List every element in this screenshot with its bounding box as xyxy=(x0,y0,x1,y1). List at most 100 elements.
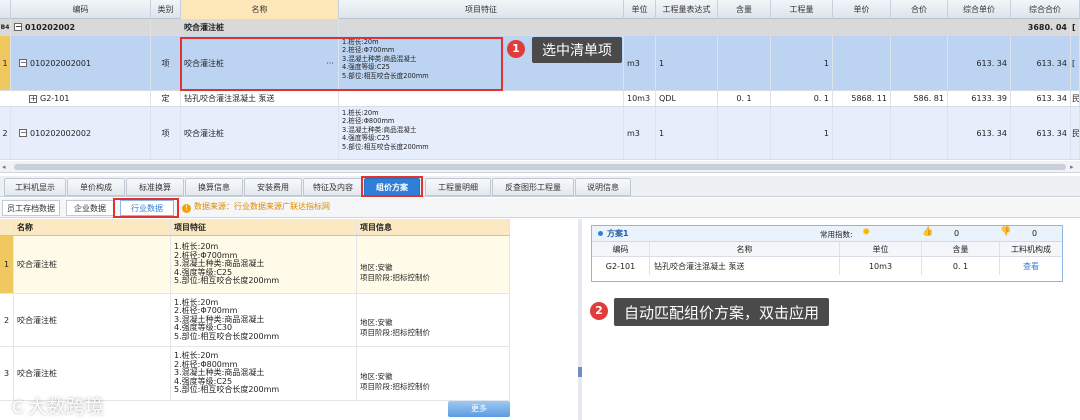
row-tail: [ xyxy=(1071,36,1080,90)
scheme-title: 方案1 xyxy=(607,229,629,238)
pricing-scheme-card[interactable]: 方案1 常用指数: ✹ 👍 0 👎 0 编码 名称 单位 含量 工料机构成 G2… xyxy=(591,225,1063,282)
group-row-tail: [ xyxy=(1071,19,1080,35)
row-features: 1.桩长:20m 2.桩径:Φ800mm 3.混凝土种类:商品混凝土 4.强度等… xyxy=(171,347,357,400)
collapse-icon[interactable]: − xyxy=(14,23,22,31)
col-project-info[interactable]: 项目信息 xyxy=(357,219,510,235)
col-qty[interactable]: 工程量 xyxy=(771,0,833,19)
row-price xyxy=(833,36,891,90)
quota-price: 5868. 11 xyxy=(833,91,891,106)
row-index: 2 xyxy=(0,294,14,346)
group-row-index: B4 xyxy=(0,19,11,35)
quota-code-cell: + G2-101 xyxy=(11,91,151,106)
row-code: 010202002001 xyxy=(30,58,92,68)
row-unit: m3 xyxy=(624,107,656,159)
row-features: 1.桩长:20m 2.桩径:Φ700mm 3.混凝土种类:商品混凝土 4.强度等… xyxy=(171,236,357,293)
row-unit-total: 613. 34 xyxy=(948,36,1011,90)
splitter-grip[interactable] xyxy=(578,367,582,377)
tab-standard-conversion[interactable]: 标准换算 xyxy=(126,178,184,196)
col-total[interactable]: 综合合价 xyxy=(1011,0,1080,19)
industry-row-selected[interactable]: 1 咬合灌注桩 1.桩长:20m 2.桩径:Φ700mm 3.混凝土种类:商品混… xyxy=(0,236,510,294)
row-amount xyxy=(891,36,948,90)
col-features[interactable]: 项目特征 xyxy=(171,219,357,235)
col-type[interactable]: 类别 xyxy=(151,0,181,19)
group-row[interactable]: B4 −010202002 咬合灌注桩 3680. 04 [ xyxy=(0,19,1080,36)
col-price[interactable]: 单价 xyxy=(833,0,891,19)
collapse-icon[interactable]: − xyxy=(19,129,27,137)
data-source-bar: 员工存档数据 企业数据 行业数据 xyxy=(0,198,1080,218)
header-corner xyxy=(0,219,14,235)
detail-tabbar: 工料机显示 单价构成 标准换算 换算信息 安装费用 特征及内容 组价方案 工程量… xyxy=(0,176,1080,197)
subtab-employee-archive[interactable]: 员工存档数据 xyxy=(2,200,60,216)
bill-row[interactable]: 2 −010202002002 项 咬合灌注桩 1.桩长:20m 2.桩径:Φ8… xyxy=(0,107,1080,160)
tab-quantity-detail[interactable]: 工程量明细 xyxy=(425,178,491,196)
thumbs-up-icon[interactable]: 👍 xyxy=(922,227,933,237)
col-expr[interactable]: 工程量表达式 xyxy=(656,0,718,19)
collapse-icon[interactable]: − xyxy=(19,59,27,67)
watermark: Ͼ 大数跨境 xyxy=(12,392,104,419)
row-index: 2 xyxy=(0,107,11,159)
scrollbar-thumb[interactable] xyxy=(14,164,1066,170)
row-total: 613. 34 xyxy=(1011,36,1071,90)
group-row-total: 3680. 04 xyxy=(1011,19,1071,35)
col-name[interactable]: 名称 xyxy=(181,0,339,19)
industry-grid-header: 名称 项目特征 项目信息 xyxy=(0,219,510,236)
col-amount[interactable]: 合价 xyxy=(891,0,948,19)
row-content xyxy=(718,107,771,159)
tab-unit-price[interactable]: 单价构成 xyxy=(67,178,125,196)
row-expr[interactable]: 1 xyxy=(656,36,718,90)
tab-features-content[interactable]: 特征及内容 xyxy=(303,178,363,196)
watermark-text: 大数跨境 xyxy=(27,396,104,418)
scheme-row[interactable]: G2-101 钻孔咬合灌注混凝土 泵送 10m3 0. 1 查看 xyxy=(592,257,1062,275)
col-features[interactable]: 项目特征 xyxy=(339,0,624,19)
bill-grid-header: 编码 类别 名称 项目特征 单位 工程量表达式 含量 工程量 单价 合价 综合单… xyxy=(0,0,1080,19)
panel-splitter[interactable] xyxy=(578,219,582,420)
quota-features xyxy=(339,91,624,106)
quota-row[interactable]: + G2-101 定 钻孔咬合灌注混凝土 泵送 10m3 QDL 0. 1 0. … xyxy=(0,91,1080,107)
scroll-left-icon[interactable]: ◂ xyxy=(2,163,10,171)
thumbs-down-icon[interactable]: 👎 xyxy=(1000,227,1011,237)
tab-conversion-info[interactable]: 换算信息 xyxy=(185,178,243,196)
horizontal-scrollbar[interactable]: ◂ ▸ xyxy=(0,161,1080,173)
view-link[interactable]: 查看 xyxy=(1000,257,1062,275)
quota-total: 613. 34 xyxy=(1011,91,1071,106)
scheme-columns: 编码 名称 单位 含量 工料机构成 xyxy=(592,242,1062,257)
row-tail: 民 xyxy=(1071,107,1080,159)
expand-icon[interactable]: + xyxy=(29,94,37,103)
row-unit: m3 xyxy=(624,36,656,90)
subtab-enterprise-data[interactable]: 企业数据 xyxy=(66,200,114,216)
row-expr[interactable]: 1 xyxy=(656,107,718,159)
row-index: 1 xyxy=(0,36,11,90)
group-row-name: 咬合灌注桩 xyxy=(181,19,339,35)
col-code[interactable]: 编码 xyxy=(11,0,151,19)
quota-expr[interactable]: QDL xyxy=(656,91,718,106)
tab-install-fee[interactable]: 安装费用 xyxy=(244,178,302,196)
row-name: 咬合灌注桩 xyxy=(14,294,171,346)
row-qty: 1 xyxy=(771,36,833,90)
tab-labor-materials[interactable]: 工料机显示 xyxy=(4,178,66,196)
scheme-header: 方案1 常用指数: ✹ 👍 0 👎 0 xyxy=(592,226,1062,242)
col-content[interactable]: 含量 xyxy=(718,0,771,19)
step-badge: 1 xyxy=(507,40,525,58)
more-button[interactable]: 更多 xyxy=(448,401,510,417)
step-callout: 自动匹配组价方案，双击应用 xyxy=(614,298,830,326)
row-index: 1 xyxy=(0,236,14,293)
scroll-right-icon[interactable]: ▸ xyxy=(1070,163,1078,171)
industry-row[interactable]: 2 咬合灌注桩 1.桩长:20m 2.桩径:Φ700mm 3.混凝土种类:商品混… xyxy=(0,294,510,347)
quota-content: 0. 1 xyxy=(718,91,771,106)
tab-notes[interactable]: 说明信息 xyxy=(575,178,631,196)
row-name[interactable]: 咬合灌注桩 xyxy=(181,107,339,159)
row-features[interactable]: 1.桩长:20m 2.桩径:Φ800mm 3.混凝土种类:商品混凝土 4.强度等… xyxy=(339,107,624,159)
row-unit-total: 613. 34 xyxy=(948,107,1011,159)
quota-type: 定 xyxy=(151,91,181,106)
quota-tail: 民 xyxy=(1071,91,1080,106)
dislikes-count: 0 xyxy=(1032,229,1038,238)
tab-reverse-check[interactable]: 反查图形工程量 xyxy=(492,178,574,196)
row-price xyxy=(833,107,891,159)
bill-grid: 编码 类别 名称 项目特征 单位 工程量表达式 含量 工程量 单价 合价 综合单… xyxy=(0,0,1080,160)
row-name: 咬合灌注桩 xyxy=(14,236,171,293)
col-name[interactable]: 名称 xyxy=(14,219,171,235)
data-source-note: ! 数据来源：行业数据来源广联达指标网 xyxy=(182,201,330,213)
col-content: 含量 xyxy=(922,242,1000,256)
col-unit[interactable]: 单位 xyxy=(624,0,656,19)
col-unit-total[interactable]: 综合单价 xyxy=(948,0,1011,19)
